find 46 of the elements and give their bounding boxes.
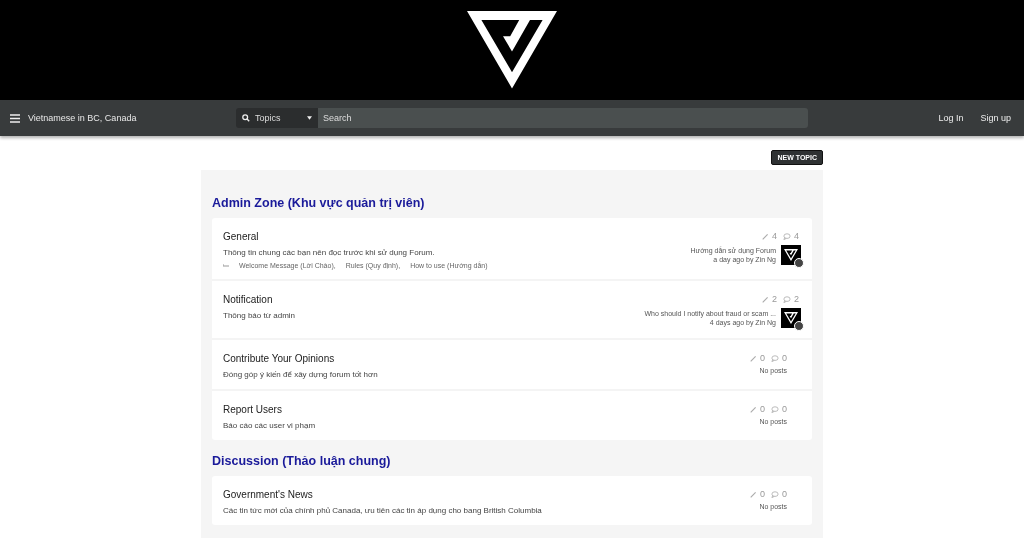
forum-description: Báo cáo các user vi phạm <box>223 421 316 430</box>
user-avatar[interactable] <box>781 245 801 265</box>
forum-description: Các tin tức mới của chính phủ Canada, ưu tiên các tin áp dụng cho bang British Columbia <box>223 506 542 515</box>
forum-description: Thông tin chung các bạn nên đọc trước khi sử dụng Forum. <box>223 248 436 257</box>
user-avatar[interactable] <box>781 308 801 328</box>
comment-icon <box>783 295 791 303</box>
topic-count: 0 <box>759 353 765 363</box>
category-title[interactable]: Admin Zone (Khu vực quản trị viên) <box>212 196 812 210</box>
badge-icon <box>794 258 804 268</box>
pencil-icon <box>749 490 757 498</box>
comment-icon <box>771 490 779 498</box>
caret-icon <box>307 116 312 120</box>
nav-link[interactable]: Log In <box>938 113 964 123</box>
post-count: 4 <box>794 231 799 241</box>
search-icon <box>242 114 250 122</box>
topic-count: 2 <box>771 294 777 304</box>
avatar-logo-icon <box>784 312 798 324</box>
pencil-icon <box>761 232 769 240</box>
comment-icon <box>771 405 779 413</box>
topic-count: 0 <box>759 489 765 499</box>
category-title[interactable]: Discussion (Thảo luận chung) <box>212 454 812 468</box>
pencil-icon <box>761 295 769 303</box>
post-count: 0 <box>782 353 787 363</box>
nav-link[interactable]: Sign up <box>980 113 1011 123</box>
forum-name[interactable]: Report Users <box>223 404 316 415</box>
search-scope-dropdown[interactable]: Topics <box>236 108 318 128</box>
pencil-icon <box>749 354 757 362</box>
pencil-icon <box>749 405 757 413</box>
topic-count: 0 <box>759 404 765 414</box>
forum-name[interactable]: Notification <box>223 294 296 305</box>
site-title[interactable]: Vietnamese in BC, Canada <box>28 113 228 123</box>
search-field[interactable]: Search <box>318 108 808 128</box>
avatar-logo-icon <box>784 249 798 261</box>
forum-name[interactable]: Government's News <box>223 489 542 500</box>
forum-description: Thông báo từ admin <box>223 311 296 320</box>
comment-icon <box>771 354 779 362</box>
post-count: 2 <box>794 294 799 304</box>
forum-description: Đóng góp ý kiến để xây dựng forum tốt hơn <box>223 370 378 379</box>
badge-icon <box>794 321 804 331</box>
forum-name[interactable]: Contribute Your Opinions <box>223 353 378 364</box>
comment-icon <box>783 232 791 240</box>
post-count: 0 <box>782 489 787 499</box>
menu-icon[interactable] <box>10 113 20 123</box>
forum-name[interactable]: General <box>223 231 488 242</box>
topic-count: 4 <box>771 231 777 241</box>
post-count: 0 <box>782 404 787 414</box>
